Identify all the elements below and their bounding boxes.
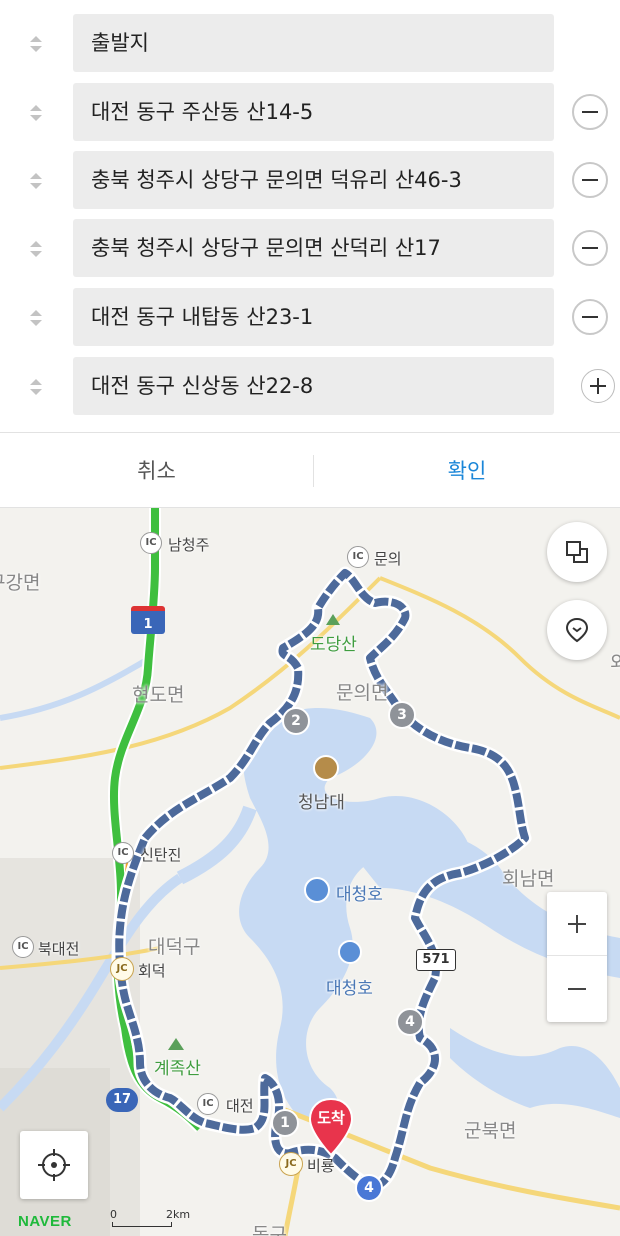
waypoint-address: 대전 동구 내탑동 산23-1: [91, 305, 314, 329]
waypoint-input[interactable]: 충북 청주시 상당구 문의면 덕유리 산46-3: [73, 151, 554, 209]
map-label-hoedeok: 회덕: [138, 962, 166, 980]
landmark-icon: [313, 755, 339, 781]
remove-waypoint-button[interactable]: [572, 299, 608, 335]
map-label-dong-gu: 동구: [252, 1224, 287, 1236]
destination-input[interactable]: 대전 동구 신상동 산22-8: [73, 357, 615, 415]
map-label-gyejoksan: 계족산: [154, 1059, 201, 1079]
drag-handle-icon[interactable]: [26, 376, 46, 398]
map-label-gunbukmyeon: 군북면: [464, 1120, 517, 1142]
scale-zero-label: 0: [110, 1208, 117, 1221]
zoom-out-button[interactable]: [547, 957, 607, 1021]
dam-icon: [304, 877, 330, 903]
current-location-button[interactable]: [20, 1131, 88, 1199]
route-row-origin: 출발지: [0, 14, 620, 72]
map-label-cheongnamdae: 청남대: [298, 793, 345, 813]
waypoint-marker[interactable]: 1: [271, 1109, 299, 1137]
map-label-namcheongju: 남청주: [168, 536, 210, 554]
add-waypoint-button[interactable]: [581, 369, 615, 403]
crosshair-icon: [38, 1149, 70, 1181]
waypoint-input[interactable]: 충북 청주시 상당구 문의면 산덕리 산17: [73, 219, 554, 277]
map-label-daedeokgu: 대덕구: [148, 936, 201, 958]
drag-handle-icon[interactable]: [26, 307, 46, 329]
route-shield: 17: [106, 1088, 138, 1112]
waypoint-marker[interactable]: 4: [396, 1008, 424, 1036]
layers-icon: [566, 541, 588, 563]
ic-badge: IC: [112, 842, 134, 864]
arrival-label: 도착: [317, 1109, 345, 1127]
ic-badge: IC: [140, 532, 162, 554]
map-label-daejeon-ic: 대전: [226, 1097, 254, 1115]
map-layers-button[interactable]: [547, 522, 607, 582]
scale-max-label: 2km: [166, 1208, 191, 1221]
zoom-in-button[interactable]: [547, 892, 607, 956]
destination-address: 대전 동구 신상동 산22-8: [91, 374, 314, 398]
map-label-birae: 비룡: [307, 1157, 335, 1175]
map-label-bukdaejeon: 북대전: [38, 940, 80, 958]
arrival-marker[interactable]: 도착: [308, 1097, 354, 1157]
waypoint-address: 대전 동구 주산동 산14-5: [91, 100, 314, 124]
cancel-button[interactable]: 취소: [0, 433, 313, 509]
naver-logo: NAVER: [18, 1213, 72, 1230]
drag-handle-icon[interactable]: [26, 33, 46, 55]
map-label-dodangsan: 도당산: [310, 635, 357, 655]
jc-badge: JC: [110, 957, 134, 981]
route-row-waypoint-3: 충북 청주시 상당구 문의면 산덕리 산17: [0, 219, 620, 277]
confirm-button[interactable]: 확인: [314, 433, 620, 509]
highway-shield: 1: [131, 606, 165, 634]
water-icon: [338, 940, 362, 964]
origin-placeholder: 출발지: [91, 31, 149, 55]
zoom-control: [547, 892, 607, 1022]
drag-handle-icon[interactable]: [26, 102, 46, 124]
action-bar: 취소 확인: [0, 432, 620, 508]
ic-badge: IC: [12, 936, 34, 958]
map-view[interactable]: IC 남청주 IC 문의 구강면 1 도당산 외인 현도면 문의면 2 3 청남…: [0, 508, 620, 1236]
map-label-sintanjin: 신탄진: [140, 846, 182, 864]
map-place-button[interactable]: [547, 600, 607, 660]
route-row-waypoint-2: 충북 청주시 상당구 문의면 덕유리 산46-3: [0, 151, 620, 209]
map-label-hoenammyeon: 회남면: [502, 868, 555, 890]
waypoint-marker[interactable]: 2: [282, 707, 310, 735]
remove-waypoint-button[interactable]: [572, 94, 608, 130]
drag-handle-icon[interactable]: [26, 238, 46, 260]
ic-badge: IC: [197, 1093, 219, 1115]
jc-badge: JC: [279, 1152, 303, 1176]
map-label-hyeondomyeon: 현도면: [132, 684, 185, 706]
route-row-waypoint-1: 대전 동구 주산동 산14-5: [0, 83, 620, 141]
route-row-waypoint-4: 대전 동구 내탑동 산23-1: [0, 288, 620, 346]
map-label-daecheongho-2: 대청호: [326, 979, 373, 999]
origin-input[interactable]: 출발지: [73, 14, 554, 72]
waypoint-address: 충북 청주시 상당구 문의면 산덕리 산17: [91, 236, 441, 260]
location-pin-icon: [565, 617, 589, 643]
route-input-panel: 출발지 대전 동구 주산동 산14-5 충북 청주시 상당구 문의면 덕유리 산…: [0, 0, 620, 432]
map-label-munui: 문의: [374, 550, 402, 568]
ic-badge: IC: [347, 546, 369, 568]
map-label-daecheongho-1: 대청호: [336, 885, 383, 905]
waypoint-marker[interactable]: 4: [355, 1174, 383, 1202]
waypoint-marker[interactable]: 3: [388, 701, 416, 729]
waypoint-input[interactable]: 대전 동구 주산동 산14-5: [73, 83, 554, 141]
map-label-munuimyeon: 문의면: [336, 682, 389, 704]
map-label-gugangmyeon: 구강면: [0, 572, 41, 594]
remove-waypoint-button[interactable]: [572, 162, 608, 198]
remove-waypoint-button[interactable]: [572, 230, 608, 266]
route-shield: 571: [416, 949, 456, 971]
route-row-destination: 대전 동구 신상동 산22-8: [0, 357, 620, 415]
map-label-right-edge: 외인: [610, 652, 620, 674]
waypoint-input[interactable]: 대전 동구 내탑동 산23-1: [73, 288, 554, 346]
scale-bar: [112, 1208, 172, 1227]
drag-handle-icon[interactable]: [26, 170, 46, 192]
waypoint-address: 충북 청주시 상당구 문의면 덕유리 산46-3: [91, 168, 462, 192]
